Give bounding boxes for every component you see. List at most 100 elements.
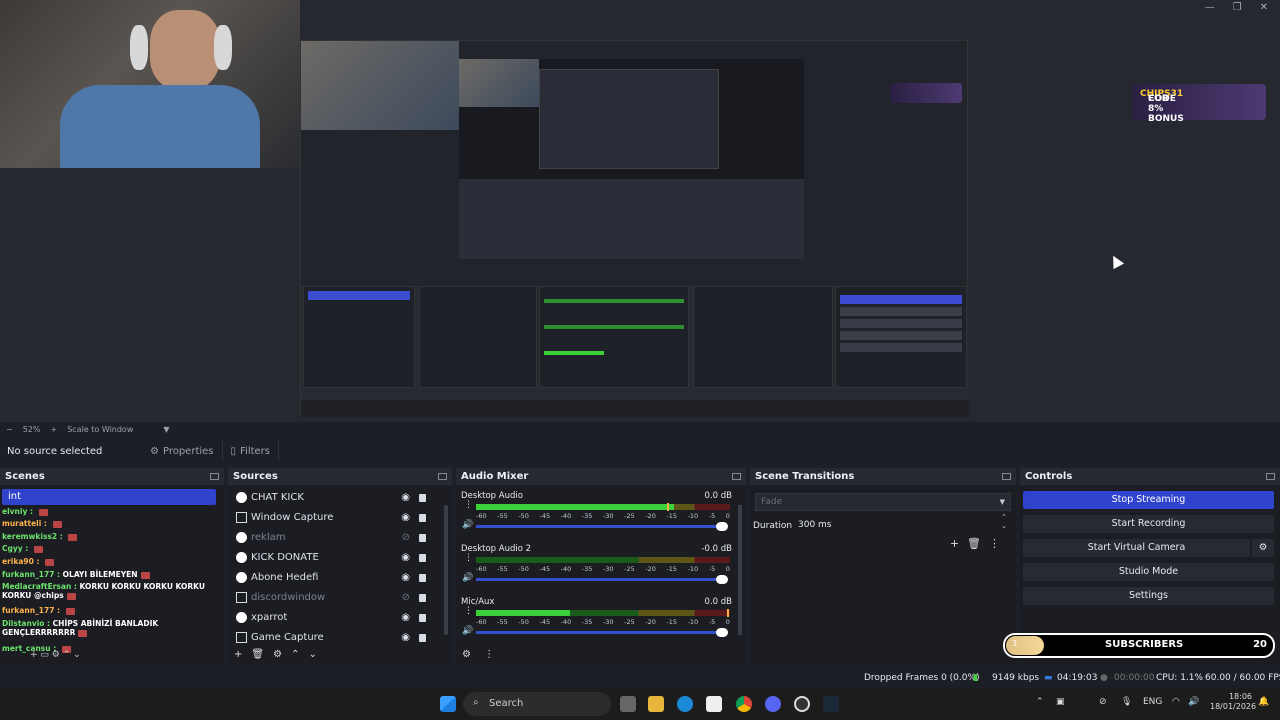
language-indicator[interactable]: ENG: [1143, 697, 1162, 707]
scale-dropdown-icon[interactable]: ▼: [163, 425, 169, 434]
preview-canvas[interactable]: CODE CHIPS31 FOR 8% BONUS — ❐ ✕: [0, 0, 1280, 422]
volume-slider-knob[interactable]: [716, 575, 728, 584]
stop-streaming-button[interactable]: Stop Streaming: [1023, 491, 1274, 509]
task-view-icon[interactable]: [620, 696, 636, 712]
emote-icon: [68, 533, 78, 541]
lock-icon[interactable]: [419, 494, 426, 502]
spinner-icon[interactable]: ⌃ ⌄: [1001, 513, 1007, 531]
store-icon[interactable]: [706, 696, 722, 712]
source-item[interactable]: Abone Hedefi ◉: [228, 567, 438, 587]
tray-network-off-icon[interactable]: ⊘: [1099, 697, 1107, 707]
add-transition-icon[interactable]: +: [950, 537, 967, 550]
zoom-out-button[interactable]: −: [6, 425, 13, 434]
discord-icon[interactable]: [765, 696, 781, 712]
undock-icon[interactable]: [210, 473, 219, 480]
tick-label: -35: [581, 565, 593, 573]
add-source-icon[interactable]: +: [234, 649, 251, 660]
tick-label: -10: [687, 565, 699, 573]
transition-menu-icon[interactable]: ⋮: [989, 537, 1008, 550]
remove-transition-icon[interactable]: 🗑: [967, 537, 989, 550]
sources-scrollbar[interactable]: [444, 505, 448, 635]
lock-icon[interactable]: [419, 594, 426, 602]
advanced-audio-icon[interactable]: ⚙: [462, 649, 471, 660]
close-icon[interactable]: ✕: [1260, 2, 1268, 13]
duration-input[interactable]: 300 ms ⌃ ⌄: [790, 513, 1011, 534]
scene-item-int[interactable]: int: [2, 489, 216, 505]
start-virtual-camera-button[interactable]: Start Virtual Camera: [1023, 539, 1250, 557]
source-item[interactable]: Window Capture ◉: [228, 507, 438, 527]
source-item[interactable]: Game Capture ◉: [228, 627, 438, 647]
eye-icon[interactable]: ◉: [401, 632, 410, 643]
minimize-icon[interactable]: —: [1205, 2, 1215, 13]
windows-start-icon[interactable]: [440, 696, 456, 712]
remove-source-icon[interactable]: 🗑: [251, 649, 273, 660]
source-settings-icon[interactable]: ⚙: [273, 649, 291, 660]
scene-move-icons[interactable]: + ▭ ⚙ ⌃ ⌄: [30, 650, 81, 660]
eye-icon[interactable]: ◉: [401, 512, 410, 523]
source-item[interactable]: reklam ⊘: [228, 527, 438, 547]
eye-icon[interactable]: ◉: [401, 612, 410, 623]
lock-icon[interactable]: [419, 534, 426, 542]
start-recording-button[interactable]: Start Recording: [1023, 515, 1274, 533]
obs-icon[interactable]: [794, 696, 810, 712]
properties-button[interactable]: ⚙ Properties: [142, 441, 223, 461]
scenes-list[interactable]: int elvniy : muratteli : keremwkiss2 : C…: [0, 485, 224, 666]
move-down-icon[interactable]: ⌄: [308, 649, 325, 660]
volume-slider[interactable]: [476, 522, 728, 531]
undock-icon[interactable]: [1266, 473, 1275, 480]
eye-icon[interactable]: ◉: [401, 552, 410, 563]
mute-icon[interactable]: 🔊: [462, 573, 473, 583]
volume-slider-knob[interactable]: [716, 628, 728, 637]
taskbar-search[interactable]: ⌕ Search: [463, 692, 611, 716]
source-item[interactable]: CHAT KICK ◉: [228, 487, 438, 507]
mute-icon[interactable]: 🔊: [462, 626, 473, 636]
source-item[interactable]: xparrot ◉: [228, 607, 438, 627]
chrome-icon[interactable]: [736, 696, 752, 712]
zoom-in-button[interactable]: +: [50, 425, 57, 434]
microphone-icon[interactable]: 🎙: [1121, 697, 1132, 707]
mute-icon[interactable]: 🔊: [462, 520, 473, 530]
lock-icon[interactable]: [419, 574, 426, 582]
undock-icon[interactable]: [732, 473, 741, 480]
eye-icon[interactable]: ◉: [401, 492, 410, 503]
edge-icon[interactable]: [677, 696, 693, 712]
file-explorer-icon[interactable]: [648, 696, 664, 712]
clock[interactable]: 18:06 18/01/2026: [1210, 692, 1256, 712]
lock-icon[interactable]: [419, 514, 426, 522]
eye-hidden-icon[interactable]: ⊘: [402, 532, 410, 543]
mixer-menu-icon[interactable]: ⋮: [484, 649, 494, 660]
studio-mode-button[interactable]: Studio Mode: [1023, 563, 1274, 581]
settings-button[interactable]: Settings: [1023, 587, 1274, 605]
transition-select[interactable]: Fade ▼: [755, 493, 1011, 511]
wifi-icon[interactable]: ◠: [1172, 697, 1180, 707]
volume-slider[interactable]: [476, 628, 728, 637]
volume-icon[interactable]: 🔊: [1188, 697, 1199, 707]
undock-icon[interactable]: [1002, 473, 1011, 480]
eye-icon[interactable]: ◉: [401, 572, 410, 583]
move-up-icon[interactable]: ⌃: [291, 649, 308, 660]
filters-button[interactable]: ▯ Filters: [223, 441, 280, 461]
lock-icon[interactable]: [419, 634, 426, 642]
lock-icon[interactable]: [419, 554, 426, 562]
eye-hidden-icon[interactable]: ⊘: [402, 592, 410, 603]
clock-time: 18:06: [1228, 692, 1252, 701]
emote-icon: [33, 545, 43, 553]
sources-list[interactable]: +🗑⚙⌃⌄ CHAT KICK ◉ Window Capture ◉ reklam ⊘ KI…: [228, 485, 452, 666]
volume-slider-knob[interactable]: [716, 522, 728, 531]
maximize-icon[interactable]: ❐: [1233, 2, 1242, 13]
source-label: discordwindow: [251, 591, 326, 603]
lock-icon[interactable]: [419, 614, 426, 622]
source-item[interactable]: KICK DONATE ◉: [228, 547, 438, 567]
source-item[interactable]: discordwindow ⊘: [228, 587, 438, 607]
undock-icon[interactable]: [438, 473, 447, 480]
channel-menu-icon[interactable]: ⋮: [464, 501, 473, 510]
tray-overflow-icon[interactable]: ⌃: [1036, 697, 1044, 707]
virtual-camera-settings-button[interactable]: ⚙: [1252, 539, 1274, 557]
tray-app-icon[interactable]: ▣: [1056, 697, 1065, 707]
notification-icon[interactable]: 🔔: [1258, 697, 1269, 707]
volume-slider[interactable]: [476, 575, 728, 584]
channel-menu-icon[interactable]: ⋮: [464, 607, 473, 616]
tick-label: -60: [476, 565, 487, 573]
channel-menu-icon[interactable]: ⋮: [464, 554, 473, 563]
steam-icon[interactable]: [823, 696, 839, 712]
